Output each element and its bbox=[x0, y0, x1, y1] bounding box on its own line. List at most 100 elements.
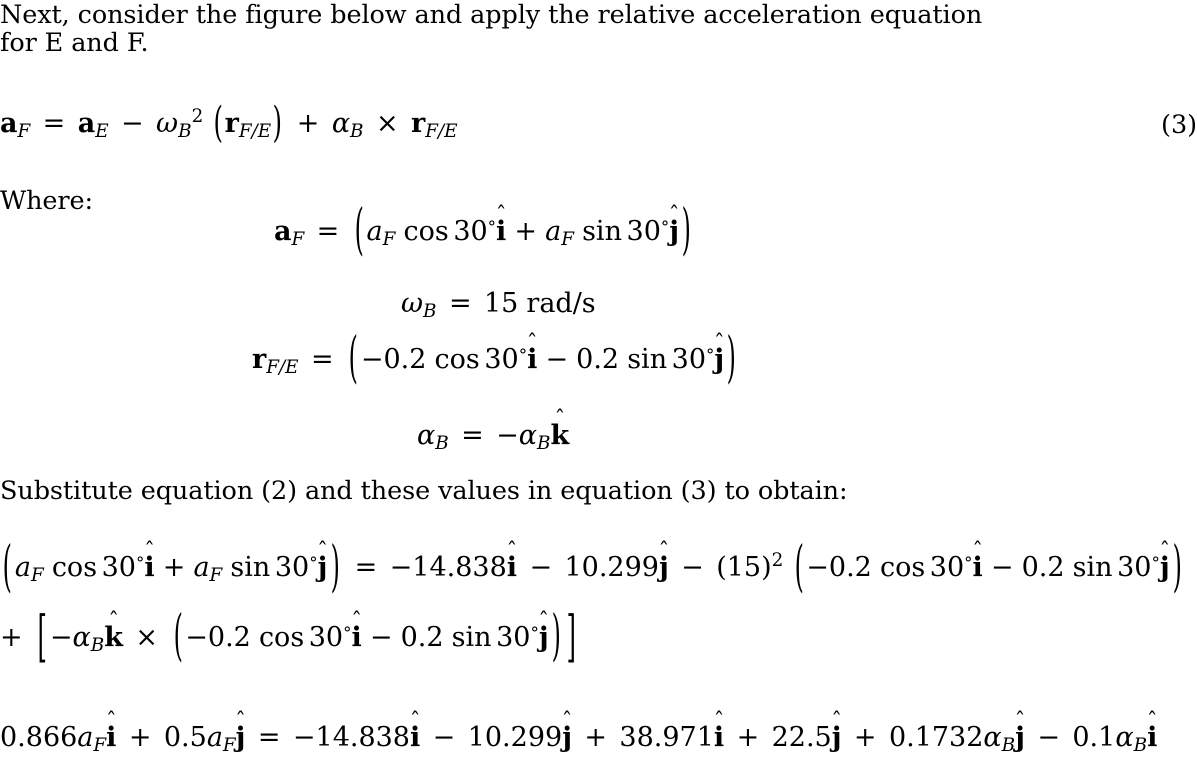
eq-big-omega-exponent: 2 bbox=[771, 550, 784, 571]
eq-af-lhs-subscript: F bbox=[291, 229, 305, 251]
eq-big-plus-1: + bbox=[162, 552, 186, 584]
i-hat-icon: ˆi bbox=[495, 203, 507, 247]
j-hat-icon: ˆj bbox=[561, 709, 573, 753]
intro-paragraph-line-2: for E and F. bbox=[0, 28, 149, 58]
eq-final-alpha-1: α bbox=[983, 722, 1002, 753]
i-hat-icon: ˆi bbox=[409, 709, 421, 753]
eq-rfe-minus-1: − bbox=[360, 344, 384, 375]
eq-big-r-mag-2: 0.2 bbox=[1021, 552, 1065, 584]
eq3-alpha: α bbox=[331, 108, 351, 140]
eq-alpha-equals: = bbox=[461, 420, 484, 451]
eq3-omega-subscript: B bbox=[178, 121, 192, 143]
k-hat-icon: ˆk bbox=[104, 609, 123, 653]
eq3-r-subscript-2: F/E bbox=[425, 121, 458, 143]
eq-big2-minus-2: − bbox=[185, 622, 208, 653]
eq-rfe-sin-operator: sin bbox=[627, 344, 668, 375]
i-hat-icon: ˆi bbox=[1146, 709, 1158, 753]
eq-big-close-paren-2: ) bbox=[1172, 535, 1182, 599]
i-hat-icon: ˆi bbox=[713, 709, 725, 753]
equation-3-number: (3) bbox=[1161, 110, 1197, 140]
i-hat-icon: ˆi bbox=[972, 539, 984, 584]
eq3-alpha-subscript: B bbox=[350, 121, 364, 143]
eq-rfe-close-paren: ) bbox=[726, 327, 737, 391]
j-hat-icon: ˆj bbox=[658, 539, 670, 584]
eq-rfe-cos-operator: cos bbox=[434, 344, 480, 375]
equation-expanded-components: 0.866aF ˆ i +0.5aF ˆ j = −14.838 ˆ i −10.299 ˆ j +38.… bbox=[0, 709, 1158, 757]
equation-relative-acceleration: aF = aE − ωB2 (rF/E) + αB × rF/E bbox=[0, 100, 458, 148]
eq-af-scalar-subscript-2: F bbox=[561, 229, 574, 251]
eq-big2-open-paren: ( bbox=[173, 605, 183, 669]
j-hat-icon: ˆj bbox=[1014, 709, 1026, 753]
eq3-omega: ω bbox=[156, 108, 179, 140]
eq-af-sin-operator: sin bbox=[582, 216, 622, 247]
eq-big-sin-2: sin bbox=[1072, 552, 1113, 584]
eq-big2-angle-1: 30 bbox=[308, 622, 344, 653]
eq-big-angle-4: 30 bbox=[1117, 552, 1152, 584]
eq-final-scalar-1: a bbox=[77, 722, 94, 753]
eq-big-scalar-sub-1: F bbox=[30, 565, 44, 587]
eq-final-centripetal-i: 38.971 bbox=[619, 722, 714, 753]
equation-substituted-line-2: + [−αB ˆ k ×(−0.2 cos 30° ˆ i −0.2 sin 30° ˆ j)] bbox=[0, 605, 578, 669]
eq-big-open-paren: ( bbox=[2, 535, 13, 599]
eq-big2-sin: sin bbox=[451, 622, 492, 653]
eq-rfe-angle-1: 30 bbox=[484, 344, 519, 375]
j-hat-icon: ˆj bbox=[317, 539, 328, 584]
document-page: Next, consider the figure below and appl… bbox=[0, 0, 1197, 763]
eq-rfe-magnitude-2: 0.2 bbox=[576, 344, 620, 375]
eq-big-angle-1: 30 bbox=[101, 552, 136, 584]
eq3-equals: = bbox=[42, 108, 66, 140]
eq-rfe-lhs-subscript: F/E bbox=[266, 357, 299, 379]
eq-final-scalar-sub-1: F bbox=[93, 735, 107, 757]
eq-af-close-paren: ) bbox=[681, 199, 692, 263]
i-hat-icon: ˆi bbox=[526, 331, 538, 375]
eq-af-cos-operator: cos bbox=[403, 216, 449, 247]
eq-af-equals: = bbox=[316, 216, 340, 247]
eq-big-angle-3: 30 bbox=[929, 552, 965, 584]
eq-rfe-angle-2: 30 bbox=[671, 344, 707, 375]
eq-alpha-subscript-2: B bbox=[537, 433, 551, 455]
eq-final-alpha-sub-1: B bbox=[1001, 735, 1016, 757]
eq-big2-cos: cos bbox=[258, 622, 305, 653]
eq-big2-open-bracket: [ bbox=[37, 605, 48, 670]
eq-omega-value: 15 bbox=[483, 288, 519, 319]
j-hat-icon: ˆj bbox=[831, 709, 843, 753]
eq-af-scalar-subscript: F bbox=[382, 229, 396, 251]
substitute-paragraph: Substitute equation (2) and these values… bbox=[0, 476, 848, 506]
eq-final-scalar-sub-2: F bbox=[222, 735, 236, 757]
eq-omega-subscript: B bbox=[423, 301, 437, 323]
eq3-term1-vector: a bbox=[77, 108, 96, 140]
eq-final-alpha-j-coeff: 0.1732 bbox=[888, 722, 984, 753]
eq-big-minus-4: − bbox=[806, 552, 829, 584]
eq-big-omega-value: 15 bbox=[726, 552, 762, 584]
eq-big-aE-i: 14.838 bbox=[412, 552, 507, 584]
eq-af-scalar: a bbox=[366, 216, 383, 247]
eq-big-omega-close-paren: ) bbox=[761, 552, 772, 584]
eq3-open-paren: ( bbox=[213, 99, 223, 148]
eq-big-close-paren: ) bbox=[330, 535, 340, 599]
eq-alpha-symbol: α bbox=[417, 420, 436, 451]
eq-big-minus-2: − bbox=[529, 552, 553, 584]
eq-final-equals: = bbox=[257, 722, 281, 753]
eq-rfe-equals: = bbox=[310, 344, 334, 375]
eq-big-cos-1: cos bbox=[51, 552, 98, 584]
eq-big-angle-2: 30 bbox=[274, 552, 310, 584]
eq-big2-minus-3: − bbox=[369, 622, 393, 653]
eq-rfe-minus-2: − bbox=[545, 344, 569, 375]
eq-big2-alpha-subscript: B bbox=[90, 635, 105, 657]
eq-big2-close-paren: ) bbox=[551, 605, 561, 669]
eq-alpha-subscript: B bbox=[435, 433, 449, 455]
eq-big2-close-bracket: ] bbox=[566, 605, 576, 670]
eq-big2-plus: + bbox=[0, 622, 23, 653]
eq-final-alpha-i-coeff: 0.1 bbox=[1072, 722, 1116, 753]
eq-rfe-magnitude-1: 0.2 bbox=[383, 344, 427, 375]
equation-angular-velocity: ωB = 15 rad/s bbox=[401, 288, 596, 322]
equation-position-vector: rF/E =(−0.2 cos 30° ˆ i −0.2 sin 30° ˆ j) bbox=[252, 327, 739, 391]
i-hat-icon: ˆi bbox=[506, 539, 518, 584]
eq-final-aE-j: 10.299 bbox=[467, 722, 563, 753]
eq-final-minus-2: − bbox=[432, 722, 456, 753]
eq3-r-subscript: F/E bbox=[238, 121, 272, 143]
eq-big-aE-j: 10.299 bbox=[564, 552, 659, 584]
eq3-lhs-vector: a bbox=[0, 108, 18, 140]
eq-big-open-paren-2: ( bbox=[794, 535, 804, 599]
eq-final-cos30-coeff: 0.866 bbox=[0, 722, 78, 753]
